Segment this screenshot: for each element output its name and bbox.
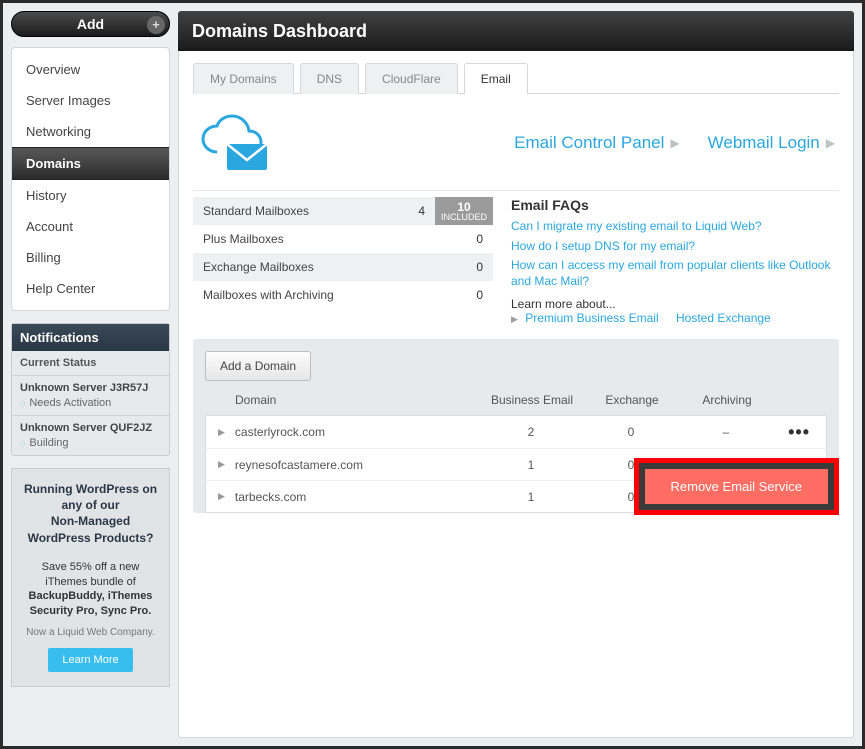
notifications-status-label: Current Status xyxy=(20,357,161,369)
notification-server-name[interactable]: Unknown Server J3R57J xyxy=(20,382,161,394)
tab-dns[interactable]: DNS xyxy=(300,63,359,94)
add-domain-button[interactable]: Add a Domain xyxy=(205,351,311,381)
promo-small: Now a Liquid Web Company. xyxy=(22,627,159,638)
remove-email-service-button[interactable]: Remove Email Service xyxy=(645,469,829,504)
col-domain: Domain xyxy=(235,393,477,407)
notifications-header: Notifications xyxy=(12,324,169,351)
domain-table-header: Domain Business Email Exchange Archiving xyxy=(205,381,827,415)
mailbox-label: Exchange Mailboxes xyxy=(203,260,314,274)
mailbox-value: 0 xyxy=(476,260,483,274)
add-button[interactable]: Add + xyxy=(11,11,170,37)
tab-my-domains[interactable]: My Domains xyxy=(193,63,294,94)
mailbox-label: Mailboxes with Archiving xyxy=(203,288,334,302)
sidebar-item-overview[interactable]: Overview xyxy=(12,54,169,85)
email-cloud-icon xyxy=(197,114,277,172)
faq-sublink[interactable]: Premium Business Email xyxy=(525,311,658,325)
expand-icon[interactable]: ▶ xyxy=(218,491,225,502)
expand-icon[interactable]: ▶ xyxy=(218,459,225,470)
promo-line2: Non-Managed WordPress Products? xyxy=(28,514,154,544)
page-header: Domains Dashboard xyxy=(178,11,854,51)
faqs-title: Email FAQs xyxy=(511,197,839,213)
sidebar-item-billing[interactable]: Billing xyxy=(12,242,169,273)
col-exchange: Exchange xyxy=(587,393,677,407)
col-archiving: Archiving xyxy=(677,393,777,407)
sidebar-item-server-images[interactable]: Server Images xyxy=(12,85,169,116)
sidebar-item-domains[interactable]: Domains xyxy=(12,147,169,180)
faq-link[interactable]: Can I migrate my existing email to Liqui… xyxy=(511,219,839,235)
mailbox-value: 0 xyxy=(476,288,483,302)
tab-email[interactable]: Email xyxy=(464,63,528,94)
promo-line1: Running WordPress on any of our xyxy=(24,482,157,512)
promo-body1: Save 55% off a new iThemes bundle of xyxy=(42,561,140,588)
plus-icon: + xyxy=(147,16,165,34)
webmail-login-link[interactable]: Webmail Login ▶ xyxy=(708,133,835,153)
mailbox-value: 4 xyxy=(418,204,425,218)
domain-name: casterlyrock.com xyxy=(235,425,476,439)
triangle-right-icon: ▶ xyxy=(670,136,679,150)
notification-server-status: Building xyxy=(20,437,161,449)
sidebar-item-history[interactable]: History xyxy=(12,180,169,211)
mailbox-label: Plus Mailboxes xyxy=(203,232,284,246)
notification-server-status: Needs Activation xyxy=(20,397,161,409)
col-business-email: Business Email xyxy=(477,393,587,407)
tab-cloudflare[interactable]: CloudFlare xyxy=(365,63,458,94)
faq-link[interactable]: How can I access my email from popular c… xyxy=(511,258,839,289)
learn-more-label: Learn more about... xyxy=(511,297,839,311)
more-menu-icon[interactable]: ••• xyxy=(776,422,816,443)
domain-be: 2 xyxy=(476,425,586,439)
promo-box: Running WordPress on any of our Non-Mana… xyxy=(11,468,170,687)
expand-icon[interactable]: ▶ xyxy=(218,427,225,438)
email-control-panel-link[interactable]: Email Control Panel ▶ xyxy=(514,133,679,153)
domain-ex: 0 xyxy=(586,425,676,439)
sidebar-item-networking[interactable]: Networking xyxy=(12,116,169,147)
notification-server-name[interactable]: Unknown Server QUF2JZ xyxy=(20,422,161,434)
included-badge: 10 INCLUDED xyxy=(435,197,493,225)
add-button-label: Add xyxy=(77,16,104,32)
triangle-right-icon: ▶ xyxy=(511,314,518,324)
mailbox-label: Standard Mailboxes xyxy=(203,204,309,218)
table-row[interactable]: ▶ casterlyrock.com 2 0 – ••• xyxy=(206,416,826,448)
promo-body2: BackupBuddy, iThemes Security Pro, Sync … xyxy=(29,590,153,617)
tabs: My Domains DNS CloudFlare Email xyxy=(193,63,839,94)
domain-area: Add a Domain Domain Business Email Excha… xyxy=(193,339,839,513)
mailboxes-table: Standard Mailboxes 4 10 INCLUDED Plus Ma… xyxy=(193,197,493,325)
faq-sublink[interactable]: Hosted Exchange xyxy=(676,311,771,325)
domain-be: 1 xyxy=(476,490,586,504)
domain-ar: – xyxy=(676,425,776,439)
domain-name: reynesofcastamere.com xyxy=(235,458,476,472)
highlight-annotation: Remove Email Service xyxy=(634,458,840,515)
triangle-right-icon: ▶ xyxy=(826,136,835,150)
notifications-box: Notifications Current Status Unknown Ser… xyxy=(11,323,170,456)
domain-be: 1 xyxy=(476,458,586,472)
promo-learn-more-button[interactable]: Learn More xyxy=(48,648,132,672)
mailbox-value: 0 xyxy=(476,232,483,246)
faq-link[interactable]: How do I setup DNS for my email? xyxy=(511,239,839,255)
sidebar-item-account[interactable]: Account xyxy=(12,211,169,242)
sidebar-item-help-center[interactable]: Help Center xyxy=(12,273,169,304)
email-faqs: Email FAQs Can I migrate my existing ema… xyxy=(511,197,839,325)
sidebar-nav: Overview Server Images Networking Domain… xyxy=(11,47,170,311)
page-title: Domains Dashboard xyxy=(192,21,367,42)
domain-name: tarbecks.com xyxy=(235,490,476,504)
